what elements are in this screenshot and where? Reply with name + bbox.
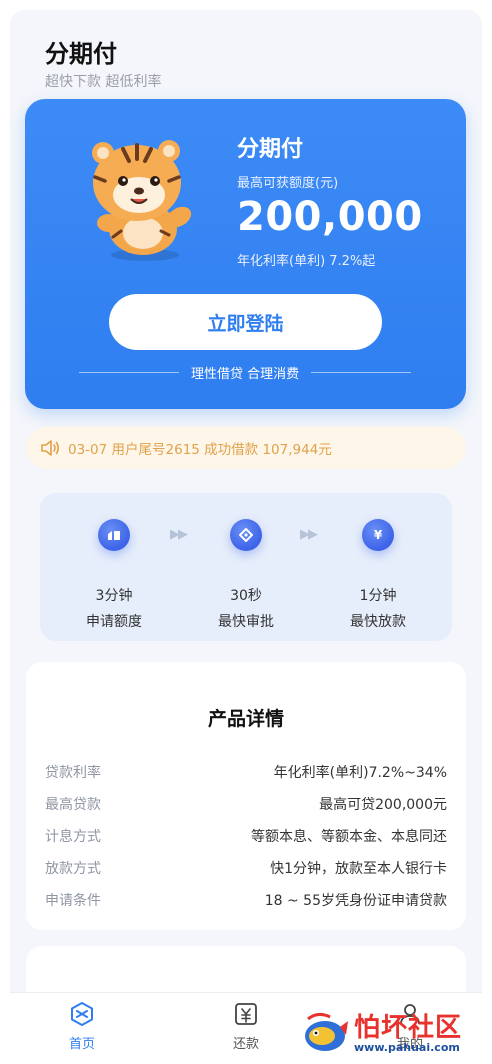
detail-value: 年化利率(单利)7.2%~34% <box>273 765 447 781</box>
repay-icon <box>233 1001 259 1027</box>
detail-key: 贷款利率 <box>45 765 101 781</box>
detail-value: 等额本息、等额本金、本息同还 <box>251 829 447 845</box>
step-label-disburse: 最快放款 <box>350 614 406 630</box>
login-button[interactable]: 立即登陆 <box>109 294 382 350</box>
watermark-title: 怕坏社区 <box>354 1012 463 1043</box>
loan-notice-bar[interactable]: 03-07 用户尾号2615 成功借款 107,944元 <box>26 427 466 469</box>
notice-text: 03-07 用户尾号2615 成功借款 107,944元 <box>68 442 332 458</box>
detail-key: 最高贷款 <box>45 797 101 813</box>
tab-home[interactable]: 首页 <box>42 1001 122 1052</box>
detail-title: 产品详情 <box>207 708 284 730</box>
detail-row: 最高贷款 最高可贷200,000元 <box>45 792 447 816</box>
approve-icon <box>230 519 262 551</box>
app-page: 分期付 超快下款 超低利率 分期付 最高可获额度(元) 200,000 年化利率… <box>10 10 482 1064</box>
yuan-icon: ¥ <box>362 519 394 551</box>
product-detail-card: 产品详情 贷款利率 年化利率(单利)7.2%~34% 最高贷款 最高可贷200,… <box>26 662 466 930</box>
tab-label: 还款 <box>232 1037 259 1052</box>
detail-row: 贷款利率 年化利率(单利)7.2%~34% <box>45 760 447 784</box>
step-label-apply: 申请额度 <box>86 614 142 630</box>
apply-icon <box>98 519 130 551</box>
max-limit-amount: 200,000 <box>237 194 423 240</box>
hero-slogan: 理性借贷 合理消费 <box>190 366 300 382</box>
detail-key: 申请条件 <box>45 893 101 909</box>
detail-key: 放款方式 <box>45 861 101 877</box>
step-value-approve: 30秒 <box>230 588 262 604</box>
tiger-mascot-image <box>92 140 192 261</box>
page-subtitle: 超快下款 超低利率 <box>45 74 162 90</box>
tab-repay[interactable]: 还款 <box>206 1001 286 1052</box>
tab-label: 首页 <box>68 1037 95 1052</box>
max-limit-label: 最高可获额度(元) <box>237 176 339 191</box>
speaker-icon <box>41 440 60 456</box>
detail-row: 申请条件 18 ~ 55岁凭身份证申请贷款 <box>45 888 447 912</box>
hero-title: 分期付 <box>237 137 304 162</box>
detail-value: 最高可贷200,000元 <box>319 797 447 813</box>
detail-row: 放款方式 快1分钟，放款至本人银行卡 <box>45 856 447 880</box>
detail-value: 快1分钟，放款至本人银行卡 <box>270 861 447 877</box>
page-title: 分期付 <box>45 40 117 68</box>
interest-rate-text: 年化利率(单利) 7.2%起 <box>237 254 376 269</box>
step-value-disburse: 1分钟 <box>359 588 397 604</box>
arrow-icon: ▶▶ <box>170 527 188 542</box>
detail-row: 计息方式 等额本息、等额本金、本息同还 <box>45 824 447 848</box>
site-watermark: 怕坏社区 www.pahuai.com <box>300 1006 490 1062</box>
process-steps-panel: ▶▶ ▶▶ ¥ 3分钟 30秒 1分钟 申请额度 最快审批 最快放款 <box>40 493 452 641</box>
home-icon <box>69 1001 95 1027</box>
watermark-url: www.pahuai.com <box>354 1040 460 1054</box>
step-value-apply: 3分钟 <box>95 588 133 604</box>
hero-card: 分期付 最高可获额度(元) 200,000 年化利率(单利) 7.2%起 立即登… <box>25 99 466 409</box>
divider-line-right <box>311 371 412 373</box>
arrow-icon: ▶▶ <box>300 527 318 542</box>
hero-slogan-row: 理性借贷 合理消费 <box>79 362 412 382</box>
detail-value: 18 ~ 55岁凭身份证申请贷款 <box>264 893 447 909</box>
divider-line-left <box>79 371 179 373</box>
step-label-approve: 最快审批 <box>218 614 274 630</box>
detail-key: 计息方式 <box>45 829 101 845</box>
fish-logo-icon <box>305 1012 348 1051</box>
